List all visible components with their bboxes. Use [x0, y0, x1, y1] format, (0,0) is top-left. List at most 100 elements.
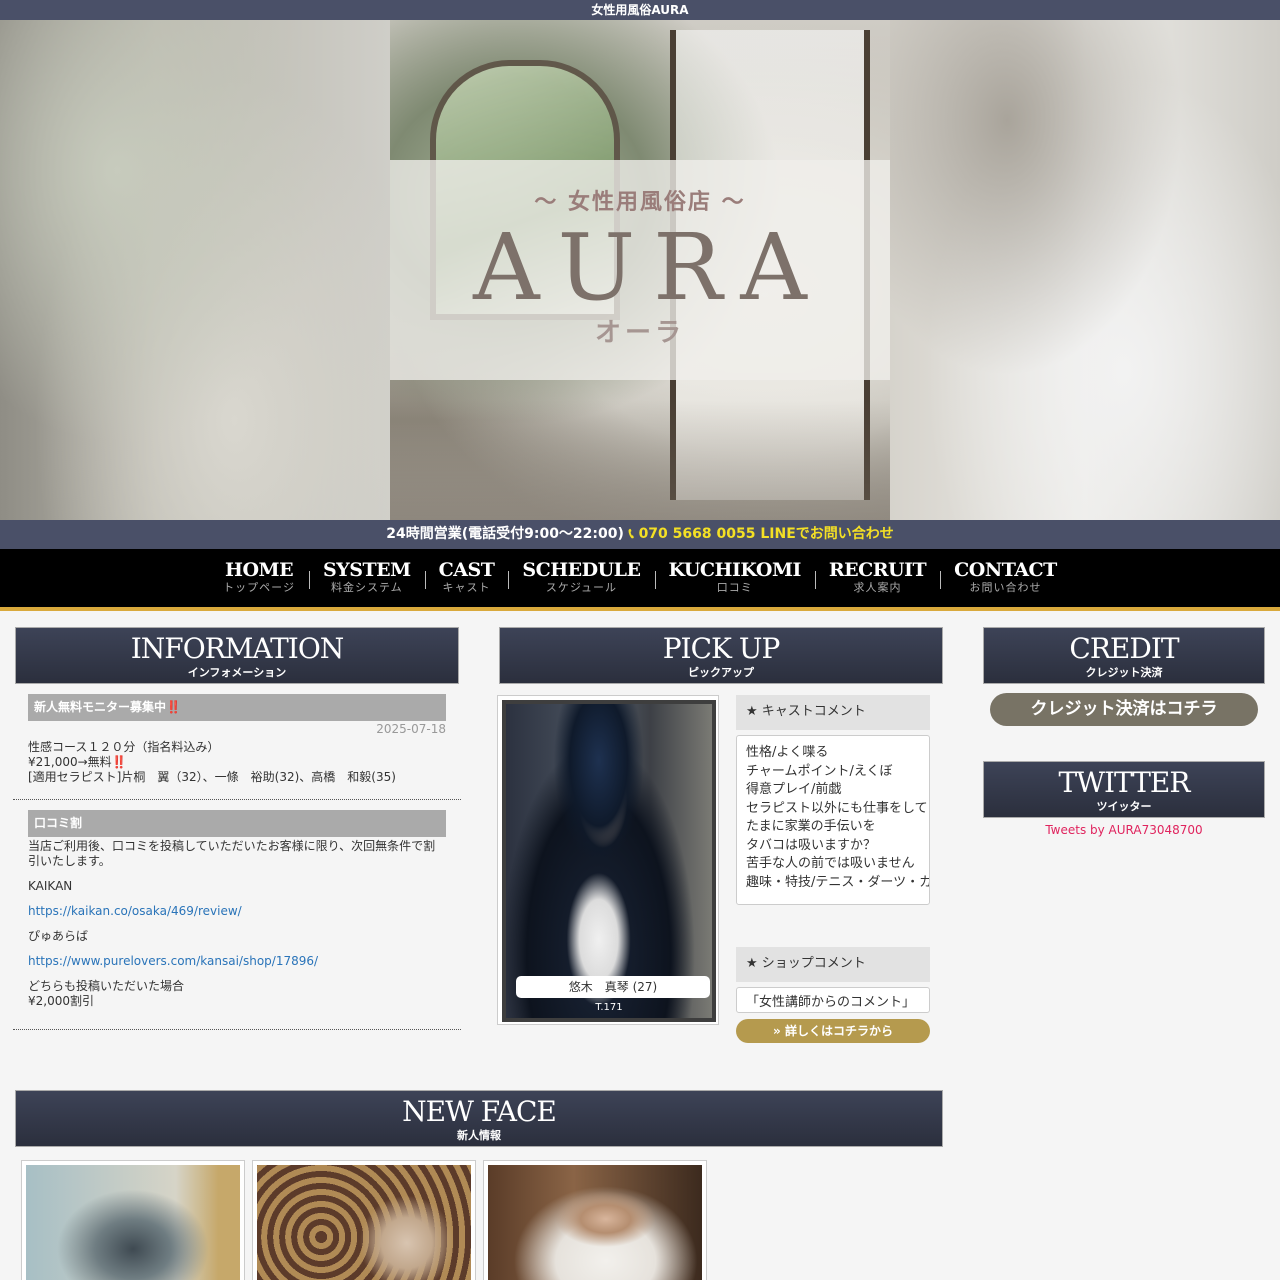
info-post-date: 2025-07-18	[376, 722, 446, 736]
info-divider	[13, 1029, 461, 1030]
newface-card[interactable]	[483, 1160, 707, 1280]
cast-comment-label: ★ キャストコメント	[736, 695, 930, 730]
newface-heading-en: NEW FACE	[402, 1095, 557, 1128]
nav-schedule[interactable]: SCHEDULE スケジュール	[508, 549, 654, 607]
main-nav: HOME トップページ SYSTEM 料金システム CAST キャスト SCHEDULE スケ…	[0, 549, 1280, 611]
information-heading-jp: インフォメーション	[187, 666, 287, 679]
nav-home-jp: トップページ	[223, 581, 295, 594]
more-details-button[interactable]: » 詳しくはコチラから	[736, 1019, 930, 1043]
site-title: 女性用風俗AURA	[591, 3, 689, 17]
review-link-kaikan[interactable]: https://kaikan.co/osaka/469/review/	[28, 904, 242, 918]
nav-kuchikomi[interactable]: KUCHIKOMI 口コミ	[654, 549, 815, 607]
twitter-heading: TWITTER ツイッター	[983, 761, 1265, 818]
info-post: 口コミ割 当店ご利用後、口コミを投稿していただいたお客様に限り、次回無条件で割引…	[15, 800, 459, 1009]
credit-section: CREDIT クレジット決済 クレジット決済はコチラ	[983, 627, 1265, 726]
credit-heading-en: CREDIT	[1069, 632, 1179, 665]
nav-kuchikomi-en: KUCHIKOMI	[668, 559, 802, 581]
phone-link[interactable]: 📞︎ 070 5668 0055	[629, 526, 756, 542]
newface-photo[interactable]	[26, 1165, 240, 1280]
site-title-bar: 女性用風俗AURA	[0, 0, 1280, 20]
info-post-line: [適用セラピスト]片桐 翼（32）、一條 裕助(32)、高橋 和毅(35)	[28, 770, 396, 784]
shop-comment-box[interactable]: 「女性講師からのコメント」	[736, 987, 930, 1013]
business-hours: 24時間営業(電話受付9:00〜22:00)	[386, 526, 624, 542]
credit-heading: CREDIT クレジット決済	[983, 627, 1265, 684]
newface-heading-jp: 新人情報	[457, 1129, 501, 1142]
credit-heading-jp: クレジット決済	[1085, 666, 1163, 679]
cast-comment-line: セラピスト以外にも仕事をして	[746, 800, 928, 816]
credit-payment-button[interactable]: クレジット決済はコチラ	[990, 693, 1258, 726]
pickup-cast-photo[interactable]: 悠木 真琴 (27) T.171	[502, 700, 716, 1022]
newface-photo[interactable]	[257, 1165, 471, 1280]
twitter-section: TWITTER ツイッター Tweets by AURA73048700	[983, 761, 1265, 837]
contact-bar: 24時間営業(電話受付9:00〜22:00) 📞︎ 070 5668 0055 …	[0, 520, 1280, 549]
line-contact-link[interactable]: LINEでお問い合わせ	[760, 526, 893, 542]
hero-banner: 〜 女性用風俗店 〜 AURA オーラ	[0, 20, 1280, 520]
hero-logo-band: 〜 女性用風俗店 〜 AURA オーラ	[390, 160, 890, 380]
info-post-intro: 当店ご利用後、口コミを投稿していただいたお客様に限り、次回無条件で割引いたします…	[28, 839, 436, 868]
nav-contact-en: CONTACT	[954, 559, 1057, 581]
pickup-heading-en: PICK UP	[662, 632, 781, 665]
info-post-line: 性感コース１２０分（指名料込み）	[28, 740, 220, 754]
nav-contact-jp: お問い合わせ	[969, 581, 1042, 594]
info-post-body: 当店ご利用後、口コミを投稿していただいたお客様に限り、次回無条件で割引いたします…	[28, 839, 446, 1009]
phone-number: 070 5668 0055	[638, 526, 756, 542]
info-post-line: ¥21,000→無料‼️	[28, 755, 127, 769]
cast-photo-image	[506, 704, 712, 1018]
nav-cast[interactable]: CAST キャスト	[424, 549, 509, 607]
cast-comment-box[interactable]: 性格/よく喋る チャームポイント/えくぼ 得意プレイ/前戯 セラピスト以外にも仕…	[736, 735, 930, 905]
nav-recruit[interactable]: RECRUIT 求人案内	[814, 549, 940, 607]
info-post-title[interactable]: 新人無料モニター募集中‼️	[28, 694, 446, 721]
cast-comment-line: タバコは吸いますか？	[746, 837, 877, 853]
review-link-purelovers[interactable]: https://www.purelovers.com/kansai/shop/1…	[28, 954, 318, 968]
information-section: INFORMATION インフォメーション 新人無料モニター募集中‼️ 2025…	[13, 627, 461, 1030]
newface-heading: NEW FACE 新人情報	[15, 1090, 943, 1147]
information-heading: INFORMATION インフォメーション	[15, 627, 459, 684]
review-site-name: ぴゅあらば	[28, 929, 89, 943]
nav-recruit-jp: 求人案内	[853, 581, 902, 594]
info-post-title[interactable]: 口コミ割	[28, 810, 446, 837]
newface-section: NEW FACE 新人情報	[15, 1090, 943, 1280]
pickup-comments: ★ キャストコメント 性格/よく喋る チャームポイント/えくぼ 得意プレイ/前戯…	[736, 695, 930, 1043]
pickup-cast-height: T.171	[595, 1002, 623, 1013]
cast-comment-line: 苦手な人の前では吸いません	[746, 856, 915, 871]
info-post-outro: どちらも投稿いただいた場合	[28, 979, 185, 993]
review-site-name: KAIKAN	[28, 879, 73, 893]
information-heading-en: INFORMATION	[130, 632, 345, 665]
twitter-timeline-link[interactable]: Tweets by AURA73048700	[983, 823, 1265, 837]
hero-blur-right	[890, 20, 1280, 520]
hero-floor-graphic	[390, 400, 890, 520]
hero-logo-title: AURA	[473, 214, 825, 321]
newface-card[interactable]	[21, 1160, 245, 1280]
nav-home[interactable]: HOME トップページ	[209, 549, 309, 607]
cast-comment-line: たまに家業の手伝いを	[746, 819, 876, 834]
hero-blur-left	[0, 20, 390, 520]
cast-comment-line: 性格/よく喋る	[746, 745, 829, 760]
pickup-section: PICK UP ピックアップ 悠木 真琴 (27) T.171 ★ キャストコメ…	[497, 627, 943, 1043]
phone-icon: 📞︎	[628, 526, 634, 542]
nav-system[interactable]: SYSTEM 料金システム	[308, 549, 425, 607]
nav-system-en: SYSTEM	[322, 559, 411, 581]
nav-cast-en: CAST	[438, 559, 495, 581]
twitter-heading-jp: ツイッター	[1096, 800, 1152, 813]
pickup-cast-card[interactable]: 悠木 真琴 (27) T.171	[497, 695, 719, 1025]
nav-home-en: HOME	[225, 559, 294, 581]
nav-schedule-jp: スケジュール	[545, 581, 618, 594]
hero-image[interactable]: 〜 女性用風俗店 〜 AURA オーラ	[390, 20, 890, 520]
cast-comment-line: 得意プレイ/前戯	[746, 782, 842, 797]
cast-comment-line: チャームポイント/えくぼ	[746, 763, 893, 779]
hero-subtitle: 〜 女性用風俗店 〜	[534, 190, 746, 215]
info-post-body: 性感コース１２０分（指名料込み） ¥21,000→無料‼️ [適用セラピスト]片…	[28, 740, 446, 785]
info-post-discount: ¥2,000割引	[28, 994, 94, 1008]
nav-cast-jp: キャスト	[442, 581, 491, 594]
shop-comment-line: 「女性講師からのコメント」	[746, 995, 916, 1010]
shop-comment-label: ★ ショップコメント	[736, 947, 930, 982]
nav-recruit-en: RECRUIT	[828, 559, 927, 581]
info-post: 新人無料モニター募集中‼️ 2025-07-18 性感コース１２０分（指名料込み…	[15, 684, 459, 785]
nav-schedule-en: SCHEDULE	[522, 559, 641, 581]
nav-contact[interactable]: CONTACT お問い合わせ	[940, 549, 1071, 607]
pickup-heading: PICK UP ピックアップ	[499, 627, 943, 684]
newface-photo[interactable]	[488, 1165, 702, 1280]
twitter-heading-en: TWITTER	[1058, 766, 1191, 799]
nav-system-jp: 料金システム	[330, 581, 403, 594]
newface-card[interactable]	[252, 1160, 476, 1280]
